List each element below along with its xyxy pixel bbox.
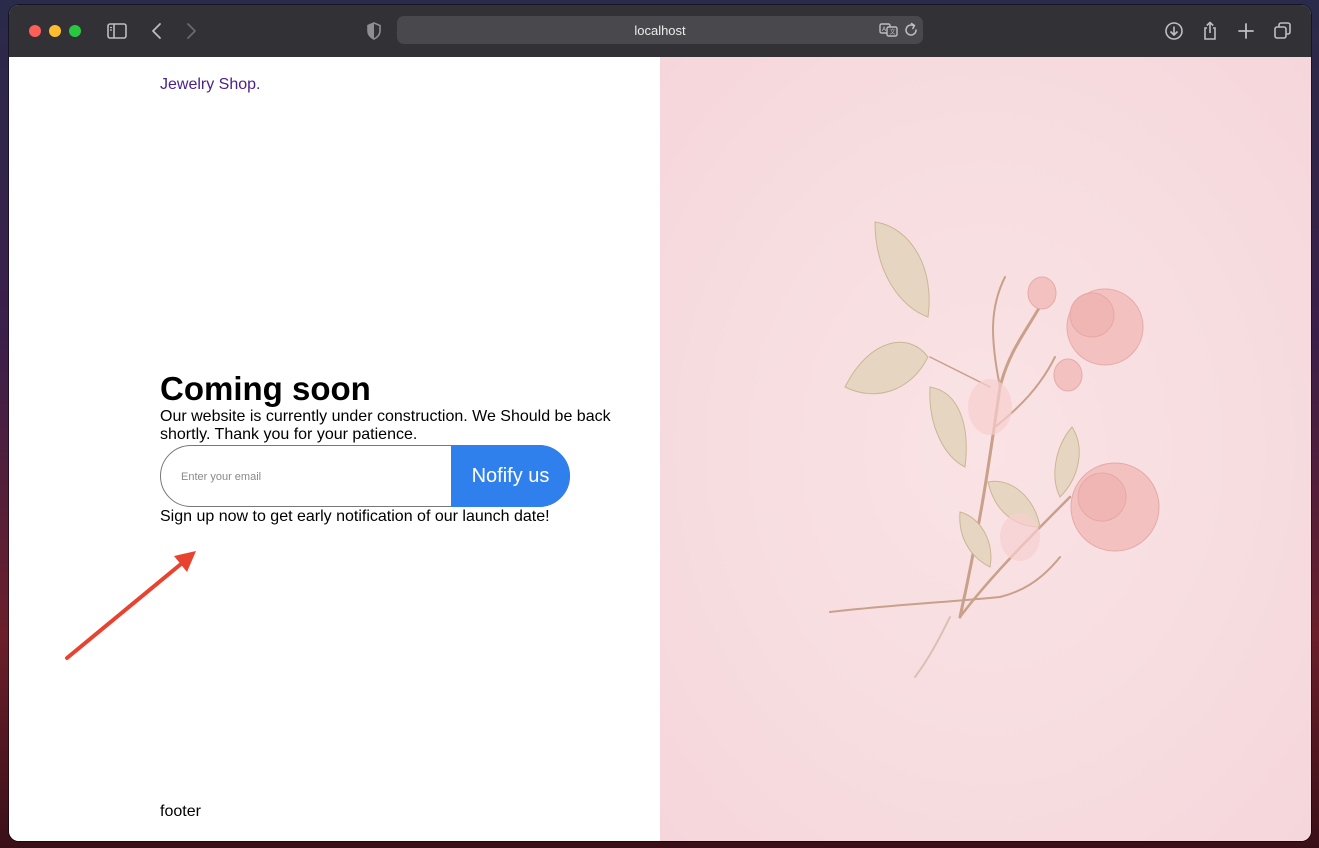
minimize-window-button[interactable] xyxy=(49,25,61,37)
privacy-shield-icon[interactable] xyxy=(362,19,386,43)
translate-icon[interactable]: A文 xyxy=(877,18,901,42)
rose-flower-image xyxy=(829,221,1160,678)
svg-text:A: A xyxy=(882,26,887,33)
construction-message: Our website is currently under construct… xyxy=(160,408,611,443)
hero-image xyxy=(660,57,1311,841)
forward-icon[interactable] xyxy=(179,19,203,43)
zoom-window-button[interactable] xyxy=(69,25,81,37)
notify-button[interactable]: Nofify us xyxy=(451,445,570,507)
page-title: Coming soon xyxy=(160,370,371,407)
page-footer: footer xyxy=(160,803,201,820)
sidebar-icon[interactable] xyxy=(105,19,129,43)
browser-toolbar: localhost A文 xyxy=(9,5,1311,58)
signup-note: Sign up now to get early notification of… xyxy=(160,508,550,525)
content-panel: Jewelry Shop. Coming soon Our website is… xyxy=(9,57,660,841)
share-icon[interactable] xyxy=(1198,19,1222,43)
page-viewport: Jewelry Shop. Coming soon Our website is… xyxy=(9,57,1311,841)
new-tab-icon[interactable] xyxy=(1234,19,1258,43)
browser-window: localhost A文 Jewelry Shop. Coming soon O… xyxy=(9,5,1311,841)
url-text: localhost xyxy=(634,23,686,38)
close-window-button[interactable] xyxy=(29,25,41,37)
svg-text:文: 文 xyxy=(890,28,896,36)
back-icon[interactable] xyxy=(145,19,169,43)
address-bar[interactable]: localhost A文 xyxy=(397,16,923,44)
tab-overview-icon[interactable] xyxy=(1271,19,1295,43)
email-input[interactable] xyxy=(179,446,443,506)
reload-icon[interactable] xyxy=(899,18,923,42)
site-logo[interactable]: Jewelry Shop. xyxy=(160,76,261,94)
download-icon[interactable] xyxy=(1162,19,1186,43)
